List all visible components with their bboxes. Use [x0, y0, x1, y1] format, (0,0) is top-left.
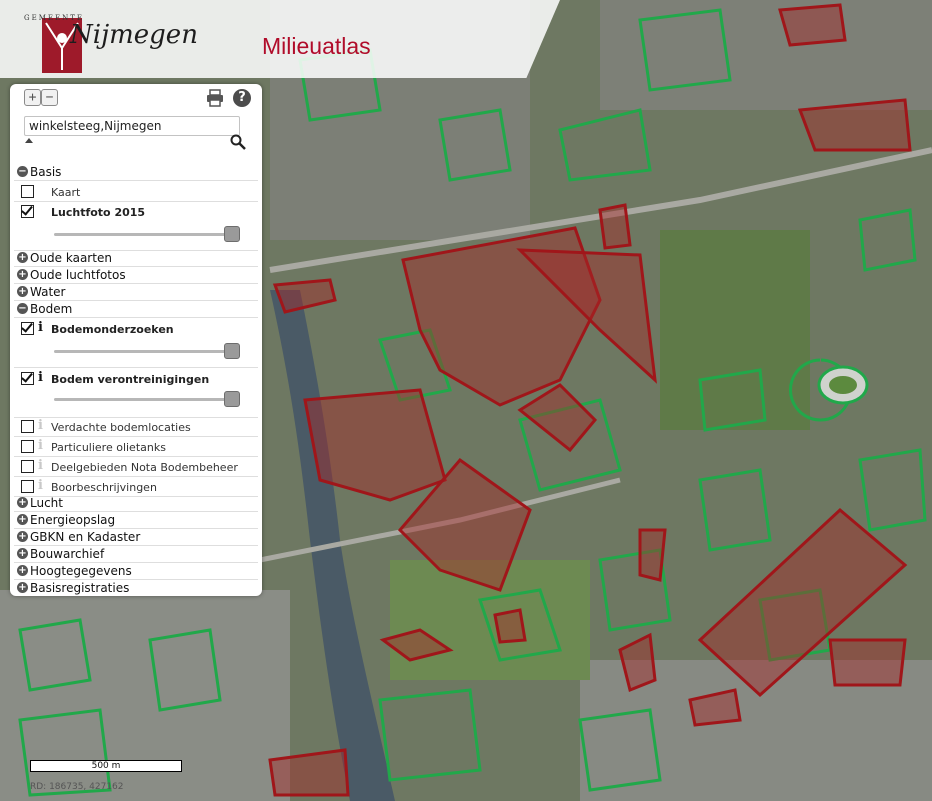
collapse-arrow-icon[interactable]: [25, 138, 33, 143]
group-label: Basisregistraties: [30, 581, 130, 595]
group-label: Energieopslag: [30, 513, 116, 527]
expand-icon[interactable]: +: [17, 531, 28, 542]
group-label: Bouwarchief: [30, 547, 105, 561]
expand-icon[interactable]: +: [17, 565, 28, 576]
expand-icon[interactable]: +: [17, 548, 28, 559]
layer-label: Deelgebieden Nota Bodembeheer: [51, 461, 238, 474]
slider-handle[interactable]: [224, 343, 240, 359]
group-lucht[interactable]: + Lucht: [14, 495, 258, 512]
info-icon[interactable]: i: [38, 438, 43, 453]
coordinate-readout: RD: 186735, 427162: [30, 782, 124, 792]
info-icon[interactable]: i: [38, 418, 43, 433]
slider-handle[interactable]: [224, 226, 240, 242]
layer-label: Particuliere olietanks: [51, 441, 166, 454]
group-label: Bodem: [30, 302, 73, 316]
layer-kaart[interactable]: Kaart: [14, 182, 258, 202]
layer-olietanks[interactable]: i Particuliere olietanks: [14, 437, 258, 457]
collapse-icon[interactable]: −: [17, 303, 28, 314]
contamination-area: [828, 638, 907, 687]
group-label: Hoogtegegevens: [30, 564, 132, 578]
opacity-slider[interactable]: [54, 343, 240, 359]
group-label: Oude luchtfotos: [30, 268, 126, 282]
group-gbkn[interactable]: + GBKN en Kadaster: [14, 529, 258, 546]
group-bouwarchief[interactable]: + Bouwarchief: [14, 546, 258, 563]
search-icon[interactable]: [230, 134, 246, 150]
group-label: Lucht: [30, 496, 63, 510]
expand-icon[interactable]: +: [17, 514, 28, 525]
checkbox[interactable]: [21, 185, 34, 198]
help-icon[interactable]: ?: [233, 89, 251, 107]
municipality-name: Nijmegen: [70, 20, 198, 50]
opacity-slider[interactable]: [54, 391, 240, 407]
checkbox[interactable]: [21, 322, 34, 335]
group-oude-kaarten[interactable]: + Oude kaarten: [14, 250, 258, 267]
checkbox[interactable]: [21, 440, 34, 453]
slider-handle[interactable]: [224, 391, 240, 407]
layer-panel: + − ? −Basis Kaart Luchtfoto 2015 +Oude …: [10, 84, 262, 596]
layer-boorbeschrijvingen[interactable]: i Boorbeschrijvingen: [14, 477, 258, 497]
info-icon[interactable]: i: [38, 478, 43, 493]
layer-luchtfoto[interactable]: Luchtfoto 2015: [14, 202, 258, 251]
group-label: GBKN en Kadaster: [30, 530, 141, 544]
expand-icon[interactable]: +: [17, 497, 28, 508]
scale-bar: 500 m: [30, 760, 182, 772]
contamination-area: [638, 528, 667, 582]
contamination-area: [493, 608, 527, 644]
group-water[interactable]: + Water: [14, 284, 258, 301]
contamination-area: [778, 3, 847, 47]
group-label: Oude kaarten: [30, 251, 112, 265]
group-label: Basis: [30, 165, 62, 179]
layer-label: Verdachte bodemlocaties: [51, 421, 191, 434]
expand-icon[interactable]: +: [17, 286, 28, 297]
expand-icon[interactable]: +: [17, 252, 28, 263]
group-energieopslag[interactable]: + Energieopslag: [14, 512, 258, 529]
layer-deelgebieden[interactable]: i Deelgebieden Nota Bodembeheer: [14, 457, 258, 477]
expand-icon[interactable]: +: [17, 582, 28, 593]
search-input[interactable]: [24, 116, 240, 136]
group-basisregistraties[interactable]: + Basisregistraties: [14, 580, 258, 596]
info-icon[interactable]: i: [38, 458, 43, 473]
group-hoogtegegevens[interactable]: + Hoogtegegevens: [14, 563, 258, 580]
layer-label: Kaart: [51, 186, 81, 199]
group-label: Water: [30, 285, 66, 299]
app-header: GEMEENTE Nijmegen Milieuatlas: [0, 0, 560, 78]
group-oude-luchtfotos[interactable]: + Oude luchtfotos: [14, 267, 258, 284]
opacity-slider[interactable]: [54, 226, 240, 242]
checkbox[interactable]: [21, 205, 34, 218]
info-icon[interactable]: i: [38, 320, 43, 335]
checkbox[interactable]: [21, 372, 34, 385]
layer-bodemverontreinigingen[interactable]: i Bodem verontreinigingen: [14, 369, 258, 418]
zoom-out-button[interactable]: −: [41, 89, 58, 106]
contamination-area: [598, 203, 632, 250]
layer-verdachte[interactable]: i Verdachte bodemlocaties: [14, 417, 258, 437]
checkbox[interactable]: [21, 460, 34, 473]
layer-label: Boorbeschrijvingen: [51, 481, 157, 494]
group-basis[interactable]: − Basis: [14, 164, 258, 181]
layer-label: Bodemonderzoeken: [51, 323, 174, 336]
print-icon[interactable]: [206, 89, 224, 107]
info-icon[interactable]: i: [38, 370, 43, 385]
zoom-in-button[interactable]: +: [24, 89, 41, 106]
app-title: Milieuatlas: [262, 33, 371, 59]
layer-label: Bodem verontreinigingen: [51, 373, 210, 386]
layer-label: Luchtfoto 2015: [51, 206, 146, 219]
collapse-icon[interactable]: −: [17, 166, 28, 177]
group-bodem[interactable]: − Bodem: [14, 301, 258, 318]
checkbox[interactable]: [21, 480, 34, 493]
expand-icon[interactable]: +: [17, 269, 28, 280]
contamination-area: [797, 98, 912, 152]
layer-bodemonderzoeken[interactable]: i Bodemonderzoeken: [14, 319, 258, 368]
nijmegen-logo[interactable]: GEMEENTE Nijmegen: [6, 6, 198, 76]
checkbox[interactable]: [21, 420, 34, 433]
